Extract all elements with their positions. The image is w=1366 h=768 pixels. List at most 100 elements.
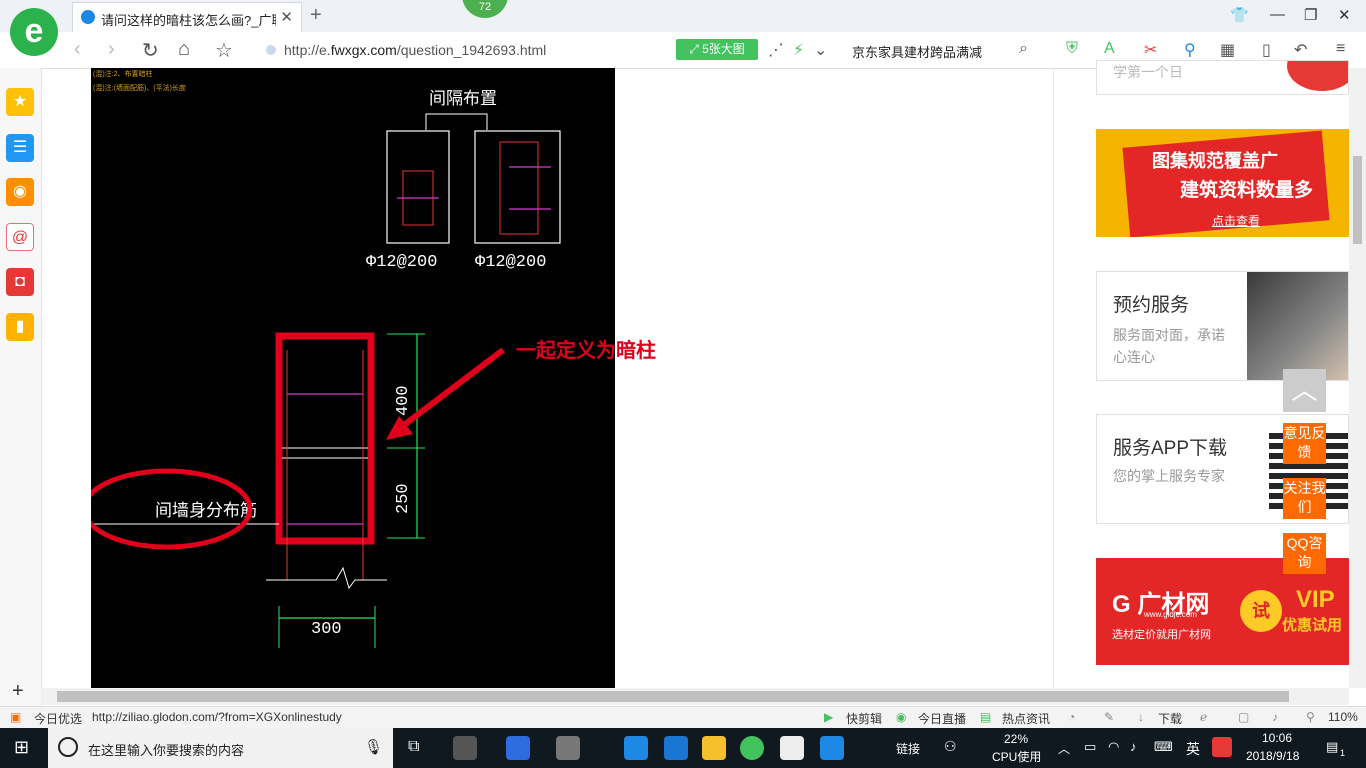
speed-icon[interactable]: ⚡ xyxy=(793,40,804,60)
clip-icon: ▶ xyxy=(824,710,834,724)
red-blob-decoration xyxy=(1287,61,1348,91)
sogou-ime-icon[interactable] xyxy=(1212,737,1232,757)
undo-icon[interactable]: ↶ xyxy=(1294,40,1307,60)
shield-icon[interactable]: ⛨ xyxy=(1066,40,1078,58)
phone-icon[interactable]: ▯ xyxy=(1262,40,1271,60)
add-sidebar-icon[interactable]: + xyxy=(12,680,24,703)
top-card[interactable]: 学第一个日 xyxy=(1096,60,1349,95)
menu-icon[interactable]: ≡ xyxy=(1336,40,1345,58)
qq-consult-button[interactable]: QQ咨询 xyxy=(1283,533,1326,574)
glodon-app-icon[interactable] xyxy=(820,736,844,760)
close-window-icon[interactable]: ✕ xyxy=(1338,6,1351,24)
zoom-icon[interactable]: ⚲ xyxy=(1306,710,1315,724)
ie-mode-icon[interactable]: ℯ xyxy=(1200,710,1207,724)
pin-icon[interactable]: ✎ xyxy=(1104,710,1114,724)
search-input[interactable]: 京东家具建材跨品满减 xyxy=(852,42,982,61)
browser-logo-icon[interactable]: e xyxy=(10,8,58,56)
horizontal-scrollbar[interactable] xyxy=(41,688,1349,705)
game-icon[interactable]: ◘ xyxy=(6,268,34,296)
back-icon[interactable]: ‹ xyxy=(74,38,81,61)
tray-expand-icon[interactable]: ︿ xyxy=(1058,740,1070,757)
keyboard-icon[interactable]: ⌨ xyxy=(1154,739,1173,755)
close-tab-icon[interactable]: ✕ xyxy=(280,8,293,26)
weibo-icon[interactable]: ◉ xyxy=(6,178,34,206)
maximize-icon[interactable]: ❐ xyxy=(1304,6,1317,24)
windows-start-icon[interactable]: ⊞ xyxy=(14,737,29,758)
minimize-icon[interactable]: — xyxy=(1270,6,1285,23)
score-badge[interactable]: 72 xyxy=(462,0,508,18)
dim-400: 400 xyxy=(394,385,413,416)
atlas-banner[interactable]: 图集规范覆盖广 建筑资料数量多 点击查看 xyxy=(1096,129,1349,237)
today-live-link[interactable]: 今日直播 xyxy=(918,710,966,727)
vertical-scroll-thumb[interactable] xyxy=(1353,156,1362,244)
left-sidebar: ★ ☰ ◉ @ ◘ ▮ + xyxy=(0,68,42,706)
people-icon[interactable]: ⚇ xyxy=(944,738,957,755)
new-tab-icon[interactable]: + xyxy=(310,4,322,27)
app-browser-icon[interactable] xyxy=(506,736,530,760)
wifi-icon[interactable]: ◠ xyxy=(1108,739,1119,755)
status-url: http://ziliao.glodon.com/?from=XGXonline… xyxy=(92,710,342,724)
magnifier-icon[interactable]: ⚲ xyxy=(1184,40,1196,60)
cad-image: (混)注:2、布置暗柱 (混)注:(墙面配筋)、(平法)长度 间隔布置 Φ12@… xyxy=(91,68,615,688)
favorites-star-icon[interactable]: ★ xyxy=(6,88,34,116)
network-icon[interactable]: ▭ xyxy=(1084,739,1096,755)
reader-icon[interactable]: ☰ xyxy=(6,134,34,162)
follow-us-button[interactable]: 关注我们 xyxy=(1283,478,1326,519)
browser-tab[interactable]: 请问这样的暗柱该怎么画?_广联 ✕ xyxy=(72,2,302,32)
favorite-star-icon[interactable]: ☆ xyxy=(215,38,233,63)
notes-icon[interactable]: ▮ xyxy=(6,313,34,341)
microphone-icon[interactable]: 🎙 xyxy=(364,738,383,756)
window-icon[interactable]: ▢ xyxy=(1238,710,1249,724)
cortana-icon xyxy=(58,737,78,757)
search-icon[interactable]: ⌕ xyxy=(1019,40,1028,58)
today-picks-link[interactable]: 今日优选 xyxy=(34,710,82,727)
translate-icon[interactable]: A xyxy=(1104,40,1115,58)
volume-icon[interactable]: ♪ xyxy=(1272,710,1278,724)
edge-icon[interactable] xyxy=(624,736,648,760)
skin-icon[interactable]: 👕 xyxy=(1230,6,1249,24)
links-toolbar[interactable]: 链接 xyxy=(896,740,920,757)
back-to-top-icon[interactable]: ︿ xyxy=(1283,369,1326,412)
apps-grid-icon[interactable]: ▦ xyxy=(1220,40,1235,60)
speaker-icon[interactable]: ♪ xyxy=(1130,739,1137,754)
scissors-icon[interactable]: ✂ xyxy=(1144,40,1157,60)
security-icon xyxy=(266,45,276,55)
view-link[interactable]: 点击查看 xyxy=(1212,212,1260,229)
hot-news-link[interactable]: 热点资讯 xyxy=(1002,710,1050,727)
quick-clip-link[interactable]: 快剪辑 xyxy=(846,710,882,727)
content-divider xyxy=(1053,68,1054,688)
cad-corner-note-2: (混)注:(墙面配筋)、(平法)长度 xyxy=(93,83,186,92)
speed-test-icon[interactable]: ◔ xyxy=(1068,710,1075,724)
taskbar-search-input[interactable]: 在这里输入你要搜索的内容 xyxy=(88,740,244,759)
share-icon[interactable]: ⋰ xyxy=(768,40,784,60)
vertical-scrollbar[interactable] xyxy=(1349,68,1366,688)
news-icon: ▤ xyxy=(980,710,992,724)
notification-icon[interactable]: ▤ xyxy=(1326,739,1338,755)
360-browser-icon[interactable] xyxy=(740,736,764,760)
ie-icon[interactable] xyxy=(664,736,688,760)
task-view-icon[interactable]: ⧉ xyxy=(408,738,419,756)
forward-icon[interactable]: › xyxy=(108,38,115,61)
dim-300: 300 xyxy=(311,620,342,639)
mail-icon[interactable]: @ xyxy=(6,223,34,251)
clock-date[interactable]: 2018/9/18 xyxy=(1246,749,1299,763)
refresh-icon[interactable]: ↻ xyxy=(142,38,159,63)
chevron-down-icon[interactable]: ⌄ xyxy=(814,40,827,60)
title-bar: 请问这样的暗柱该怎么画?_广联 ✕ + 72 👕 — ❐ ✕ xyxy=(0,0,1366,32)
file-explorer-icon[interactable] xyxy=(702,736,726,760)
app-pinwheel-icon[interactable] xyxy=(453,736,477,760)
url-field[interactable]: http://e.fwxgx.com/question_1942693.html xyxy=(284,42,546,58)
zoom-level[interactable]: 110% xyxy=(1328,710,1358,724)
gldjc-banner[interactable]: G 广材网 www.gldjc.com 选材定价就用广材网 试 VIP 优惠试用 xyxy=(1096,558,1349,665)
horizontal-scroll-thumb[interactable] xyxy=(57,691,1289,702)
home-icon[interactable]: ⌂ xyxy=(178,38,190,61)
taskbar-search[interactable]: 在这里输入你要搜索的内容 🎙 xyxy=(48,728,393,768)
input-language[interactable]: 英 xyxy=(1186,739,1200,759)
appointment-card[interactable]: 预约服务 服务面对面，承诺心连心 xyxy=(1096,271,1349,381)
feedback-button[interactable]: 意见反馈 xyxy=(1283,423,1326,464)
download-link[interactable]: 下载 xyxy=(1158,710,1182,727)
mail-app-icon[interactable] xyxy=(780,736,804,760)
clock-time[interactable]: 10:06 xyxy=(1262,731,1292,745)
app-g-icon[interactable] xyxy=(556,736,580,760)
large-image-button[interactable]: ⤢ 5张大图 xyxy=(676,39,758,60)
